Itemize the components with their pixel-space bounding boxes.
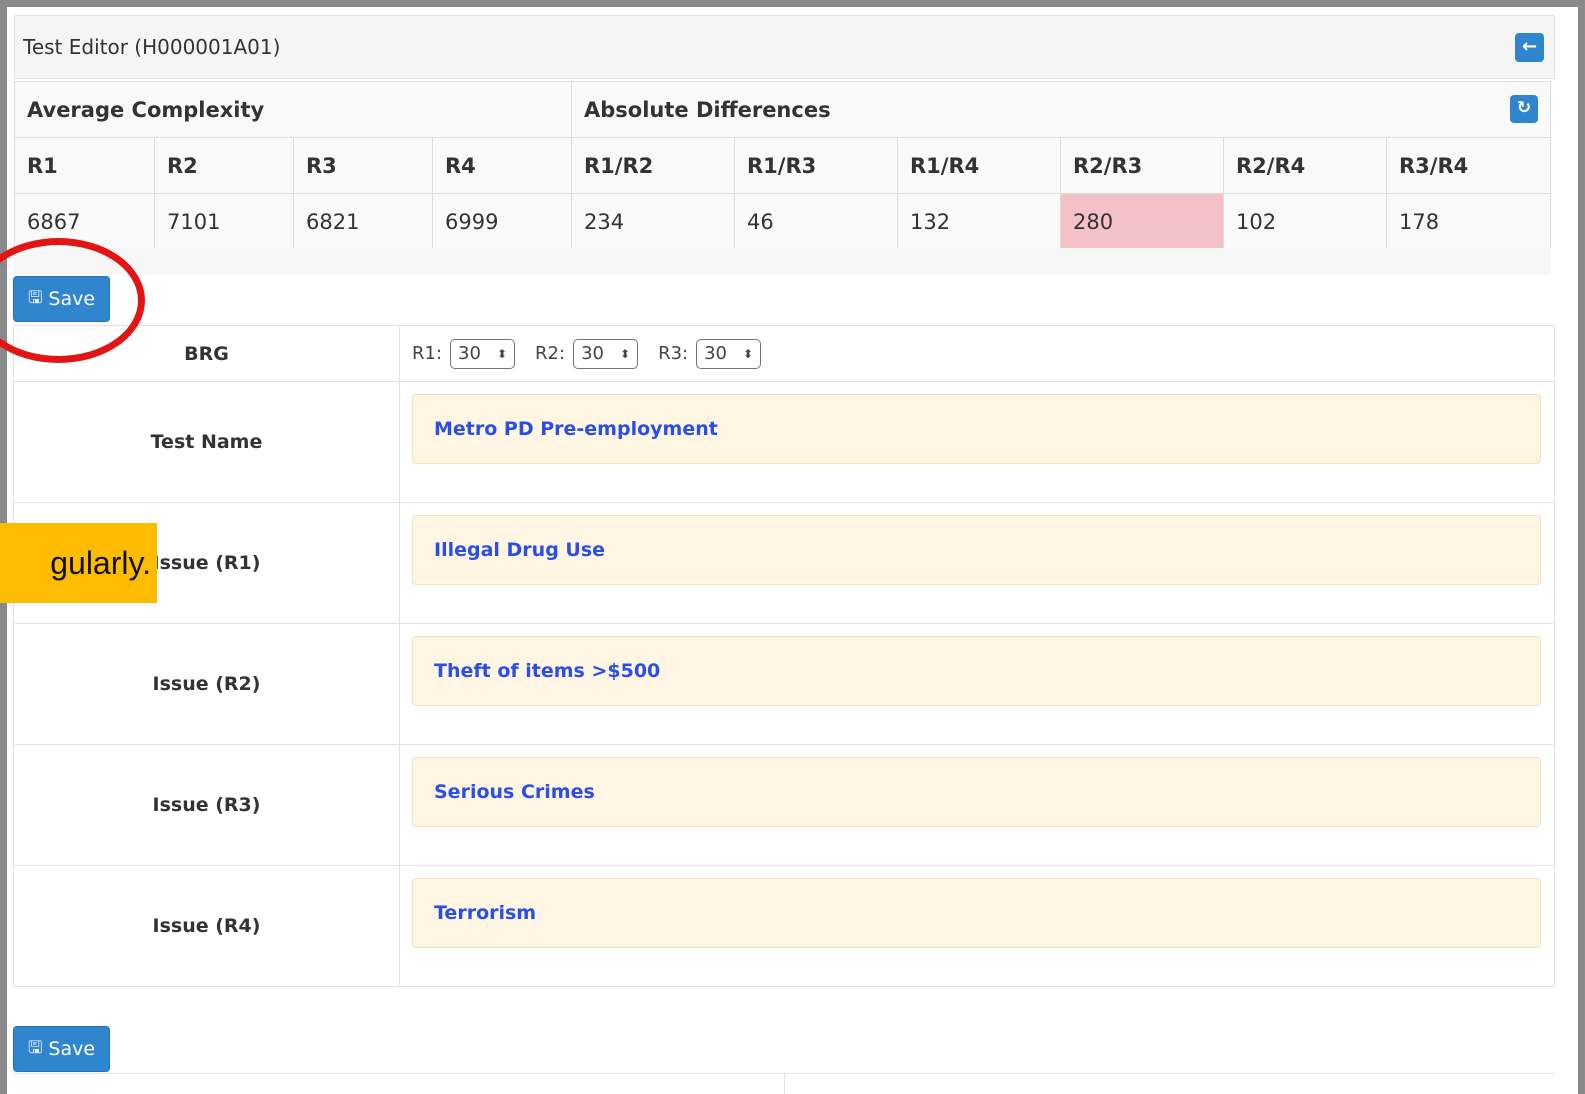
absolute-differences-label: Absolute Differences <box>584 97 831 122</box>
brg-controls-cell: R1: 30 ⬍ R2: 30 ⬍ R3: 30 ⬍ <box>399 325 1555 382</box>
select-arrow-icon: ⬍ <box>620 346 631 361</box>
r3-label: R3: <box>658 343 689 364</box>
column-header: R2/R3 <box>1060 137 1224 194</box>
brg-controls: R1: 30 ⬍ R2: 30 ⬍ R3: 30 ⬍ <box>400 338 1554 369</box>
column-header: R1/R4 <box>897 137 1061 194</box>
floppy-disk-icon: 🖫 <box>27 287 43 308</box>
form-row-issue-r4: Issue (R4) Terrorism <box>13 865 1555 987</box>
save-button-bottom[interactable]: 🖫 Save <box>13 1026 110 1072</box>
value-cell: 178 <box>1386 193 1551 250</box>
field-cell: Serious Crimes <box>399 744 1555 866</box>
column-header: R3 <box>293 137 433 194</box>
field-label: Issue (R3) <box>13 744 400 866</box>
field-label: Issue (R4) <box>13 865 400 987</box>
issue-r4-field[interactable]: Terrorism <box>412 878 1541 948</box>
absolute-differences-header: Absolute Differences ↻ <box>571 81 1551 138</box>
value-cell: 6999 <box>432 193 572 250</box>
save-label: Save <box>48 288 96 310</box>
select-arrow-icon: ⬍ <box>743 346 754 361</box>
form-row-test-name: Test Name Metro PD Pre-employment <box>13 381 1555 503</box>
complexity-table: Average Complexity Absolute Differences … <box>14 81 1551 250</box>
test-form: BRG R1: 30 ⬍ R2: 30 ⬍ R3: 30 ⬍ Test Name Me… <box>13 325 1555 987</box>
value-cell: 6821 <box>293 193 433 250</box>
test-name-field[interactable]: Metro PD Pre-employment <box>412 394 1541 464</box>
bottom-column-divider <box>784 1073 785 1094</box>
value-cell-highlighted: 280 <box>1060 193 1224 250</box>
value-cell: 46 <box>734 193 898 250</box>
column-header: R2 <box>154 137 294 194</box>
table-footer-area <box>14 248 1551 275</box>
value-cell: 6867 <box>14 193 155 250</box>
column-header: R2/R4 <box>1223 137 1387 194</box>
issue-r2-field[interactable]: Theft of items >$500 <box>412 636 1541 706</box>
r3-value: 30 <box>704 343 727 364</box>
issue-r1-field[interactable]: Illegal Drug Use <box>412 515 1541 585</box>
r2-select[interactable]: 30 ⬍ <box>573 338 639 369</box>
issue-r3-field[interactable]: Serious Crimes <box>412 757 1541 827</box>
form-row-issue-r1: Issue (R1) Illegal Drug Use <box>13 502 1555 624</box>
field-cell: Metro PD Pre-employment <box>399 381 1555 503</box>
back-button[interactable]: ← <box>1515 33 1544 62</box>
field-cell: Theft of items >$500 <box>399 623 1555 745</box>
column-header: R4 <box>432 137 572 194</box>
field-label: Test Name <box>13 381 400 503</box>
form-row-issue-r2: Issue (R2) Theft of items >$500 <box>13 623 1555 745</box>
floppy-disk-icon: 🖫 <box>27 1037 43 1058</box>
value-cell: 132 <box>897 193 1061 250</box>
callout-text: gularly. <box>50 545 151 581</box>
r1-label: R1: <box>412 343 443 364</box>
group-header-row: Average Complexity Absolute Differences … <box>14 81 1551 138</box>
r1-value: 30 <box>458 343 481 364</box>
save-button-top[interactable]: 🖫 Save <box>13 276 110 322</box>
column-header: R1/R2 <box>571 137 735 194</box>
brg-row: BRG R1: 30 ⬍ R2: 30 ⬍ R3: 30 ⬍ <box>13 325 1555 382</box>
field-label: Issue (R2) <box>13 623 400 745</box>
refresh-icon: ↻ <box>1516 98 1532 118</box>
panel-header: Test Editor (H000001A01) ← <box>14 15 1555 79</box>
column-header: R3/R4 <box>1386 137 1551 194</box>
field-cell: Terrorism <box>399 865 1555 987</box>
column-header: R1/R3 <box>734 137 898 194</box>
values-row: 6867 7101 6821 6999 234 46 132 280 102 1… <box>14 193 1551 250</box>
r2-value: 30 <box>581 343 604 364</box>
value-cell: 7101 <box>154 193 294 250</box>
r2-label: R2: <box>535 343 566 364</box>
arrow-left-icon: ← <box>1521 36 1538 57</box>
column-header-row: R1 R2 R3 R4 R1/R2 R1/R3 R1/R4 R2/R3 R2/R… <box>14 137 1551 194</box>
field-cell: Illegal Drug Use <box>399 502 1555 624</box>
r3-select[interactable]: 30 ⬍ <box>696 338 762 369</box>
value-cell: 102 <box>1223 193 1387 250</box>
panel-title: Test Editor (H000001A01) <box>23 35 281 59</box>
value-cell: 234 <box>571 193 735 250</box>
refresh-button[interactable]: ↻ <box>1510 95 1538 123</box>
column-header: R1 <box>14 137 155 194</box>
save-label: Save <box>48 1038 96 1060</box>
form-row-issue-r3: Issue (R3) Serious Crimes <box>13 744 1555 866</box>
brg-label: BRG <box>13 325 400 382</box>
tutorial-callout: gularly. <box>0 523 157 603</box>
average-complexity-header: Average Complexity <box>14 81 572 138</box>
select-arrow-icon: ⬍ <box>496 346 508 361</box>
r1-select[interactable]: 30 ⬍ <box>450 338 516 369</box>
